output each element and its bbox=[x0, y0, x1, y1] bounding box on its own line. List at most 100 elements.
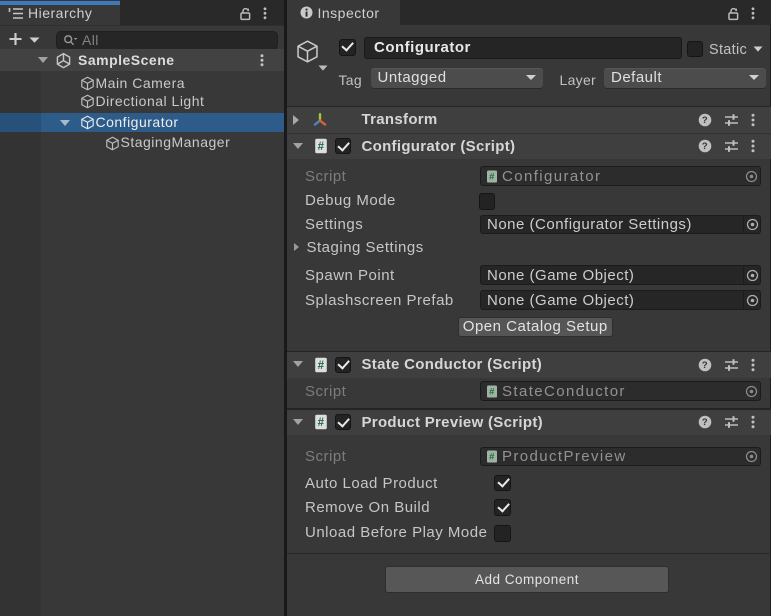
splashscreen-prefab-label: Splashscreen Prefab bbox=[305, 293, 454, 308]
presets-icon[interactable] bbox=[724, 358, 739, 372]
component-menu-kebab-icon[interactable] bbox=[751, 358, 755, 372]
create-plus-icon[interactable] bbox=[8, 32, 23, 46]
layer-label: Layer bbox=[560, 72, 597, 88]
component-menu-kebab-icon[interactable] bbox=[751, 113, 755, 127]
product-preview-foldout-arrow-icon[interactable] bbox=[293, 419, 303, 425]
transform-foldout-arrow-icon[interactable] bbox=[293, 115, 299, 125]
component-enabled-checkbox[interactable] bbox=[335, 357, 351, 373]
inspector-menu-kebab-icon[interactable] bbox=[751, 7, 755, 20]
configurator-script-title: Configurator (Script) bbox=[362, 138, 516, 155]
configurator-script-header[interactable]: # Configurator (Script) ? bbox=[287, 134, 771, 160]
presets-icon[interactable] bbox=[724, 415, 739, 429]
hierarchy-search-input[interactable]: All bbox=[56, 31, 278, 50]
add-component-button[interactable]: Add Component bbox=[385, 566, 669, 593]
spawn-point-object-field[interactable]: None (Game Object) bbox=[480, 265, 761, 285]
remove-on-build-checkbox[interactable] bbox=[494, 499, 511, 516]
dropdown-arrow-icon bbox=[749, 75, 759, 80]
tree-row-directional-light[interactable]: Directional Light bbox=[0, 91, 284, 112]
transform-icon bbox=[312, 112, 328, 128]
svg-text:#: # bbox=[489, 452, 495, 463]
help-icon[interactable]: ? bbox=[698, 358, 712, 372]
state-conductor-foldout-arrow-icon[interactable] bbox=[293, 361, 303, 367]
settings-object-field[interactable]: None (Configurator Settings) bbox=[480, 215, 761, 235]
script-mini-icon: # bbox=[486, 450, 498, 463]
object-picker-icon[interactable] bbox=[743, 216, 760, 234]
script-mini-icon: # bbox=[486, 170, 498, 183]
add-component-label: Add Component bbox=[475, 572, 579, 587]
script-value: ProductPreview bbox=[502, 448, 627, 465]
focused-tab-indicator bbox=[0, 1, 120, 5]
tree-item-label: StagingManager bbox=[121, 135, 231, 150]
help-icon[interactable]: ? bbox=[698, 139, 712, 153]
script-row-label: Script bbox=[305, 449, 346, 464]
product-preview-header[interactable]: # Product Preview (Script) ? bbox=[287, 410, 771, 436]
tree-row-configurator[interactable]: Configurator bbox=[0, 113, 284, 132]
tree-row-samplescene[interactable]: SampleScene bbox=[0, 49, 284, 71]
configurator-foldout-arrow-icon[interactable] bbox=[293, 143, 303, 149]
presets-icon[interactable] bbox=[724, 113, 739, 127]
tag-dropdown[interactable]: Untagged bbox=[371, 68, 543, 89]
tab-hierarchy[interactable]: Hierarchy bbox=[0, 0, 120, 25]
object-picker-icon[interactable] bbox=[743, 291, 760, 309]
state-conductor-header[interactable]: # State Conductor (Script) ? bbox=[287, 352, 771, 378]
tree-row-stagingmanager[interactable]: StagingManager bbox=[0, 133, 284, 154]
tree-item-label: Directional Light bbox=[96, 94, 205, 109]
static-dropdown-arrow[interactable] bbox=[753, 46, 763, 52]
info-icon bbox=[300, 6, 313, 19]
hierarchy-menu-kebab-icon[interactable] bbox=[263, 7, 267, 20]
inspector-tab-label: Inspector bbox=[318, 5, 380, 21]
help-icon[interactable]: ? bbox=[698, 415, 712, 429]
open-catalog-setup-button[interactable]: Open Catalog Setup bbox=[458, 317, 613, 338]
gameobject-name-field[interactable]: Configurator bbox=[364, 37, 682, 59]
static-checkbox[interactable] bbox=[687, 41, 703, 57]
object-picker-icon[interactable] bbox=[743, 448, 760, 466]
svg-text:#: # bbox=[317, 141, 324, 153]
debug-mode-checkbox[interactable] bbox=[479, 193, 496, 210]
gameobject-icon[interactable] bbox=[295, 39, 320, 64]
lock-icon[interactable] bbox=[239, 7, 252, 21]
unity-editor-window: Hierarchy bbox=[0, 0, 771, 616]
tag-label: Tag bbox=[339, 72, 362, 88]
svg-text:#: # bbox=[317, 417, 324, 429]
presets-icon[interactable] bbox=[724, 139, 739, 153]
object-picker-icon[interactable] bbox=[743, 167, 760, 185]
script-object-field[interactable]: # ProductPreview bbox=[480, 447, 761, 467]
open-catalog-setup-label: Open Catalog Setup bbox=[463, 318, 608, 335]
scene-kebab-icon[interactable] bbox=[260, 54, 264, 67]
debug-mode-label: Debug Mode bbox=[305, 193, 396, 208]
object-picker-icon[interactable] bbox=[743, 382, 760, 400]
component-menu-kebab-icon[interactable] bbox=[751, 415, 755, 429]
gameobject-cube-icon bbox=[80, 76, 95, 91]
lock-icon[interactable] bbox=[727, 7, 740, 21]
gameobject-active-checkbox[interactable] bbox=[339, 39, 356, 56]
script-value: StateConductor bbox=[502, 383, 626, 400]
component-enabled-checkbox[interactable] bbox=[335, 138, 351, 154]
product-preview-title: Product Preview (Script) bbox=[362, 414, 543, 431]
csharp-script-icon: # bbox=[313, 414, 329, 430]
svg-text:?: ? bbox=[702, 417, 708, 428]
hierarchy-tree: SampleScene Main Camera bbox=[0, 49, 284, 616]
unload-before-play-mode-checkbox[interactable] bbox=[494, 525, 511, 542]
gameobject-cube-icon bbox=[105, 136, 120, 151]
object-picker-icon[interactable] bbox=[743, 266, 760, 284]
layer-dropdown[interactable]: Default bbox=[604, 68, 766, 89]
hierarchy-panel: Hierarchy bbox=[0, 0, 284, 616]
gameobject-icon-dropdown-arrow[interactable] bbox=[318, 65, 328, 71]
script-mini-icon: # bbox=[486, 385, 498, 398]
script-object-field[interactable]: # Configurator bbox=[480, 166, 761, 186]
splashscreen-prefab-object-field[interactable]: None (Game Object) bbox=[480, 290, 761, 310]
component-menu-kebab-icon[interactable] bbox=[751, 139, 755, 153]
auto-load-product-checkbox[interactable] bbox=[494, 475, 511, 492]
create-dropdown-arrow-icon[interactable] bbox=[29, 37, 40, 43]
settings-value: None (Configurator Settings) bbox=[487, 216, 692, 233]
help-icon[interactable]: ? bbox=[698, 113, 712, 127]
scene-foldout-arrow-icon[interactable] bbox=[38, 57, 48, 63]
configurator-foldout-arrow-icon[interactable] bbox=[60, 120, 70, 126]
tab-inspector[interactable]: Inspector bbox=[287, 0, 400, 25]
transform-title: Transform bbox=[362, 111, 438, 128]
component-enabled-checkbox[interactable] bbox=[335, 414, 351, 430]
transform-header[interactable]: Transform ? bbox=[287, 107, 771, 133]
script-object-field[interactable]: # StateConductor bbox=[480, 381, 761, 401]
hierarchy-tab-label: Hierarchy bbox=[28, 5, 92, 21]
staging-settings-foldout-arrow-icon[interactable] bbox=[294, 243, 299, 251]
